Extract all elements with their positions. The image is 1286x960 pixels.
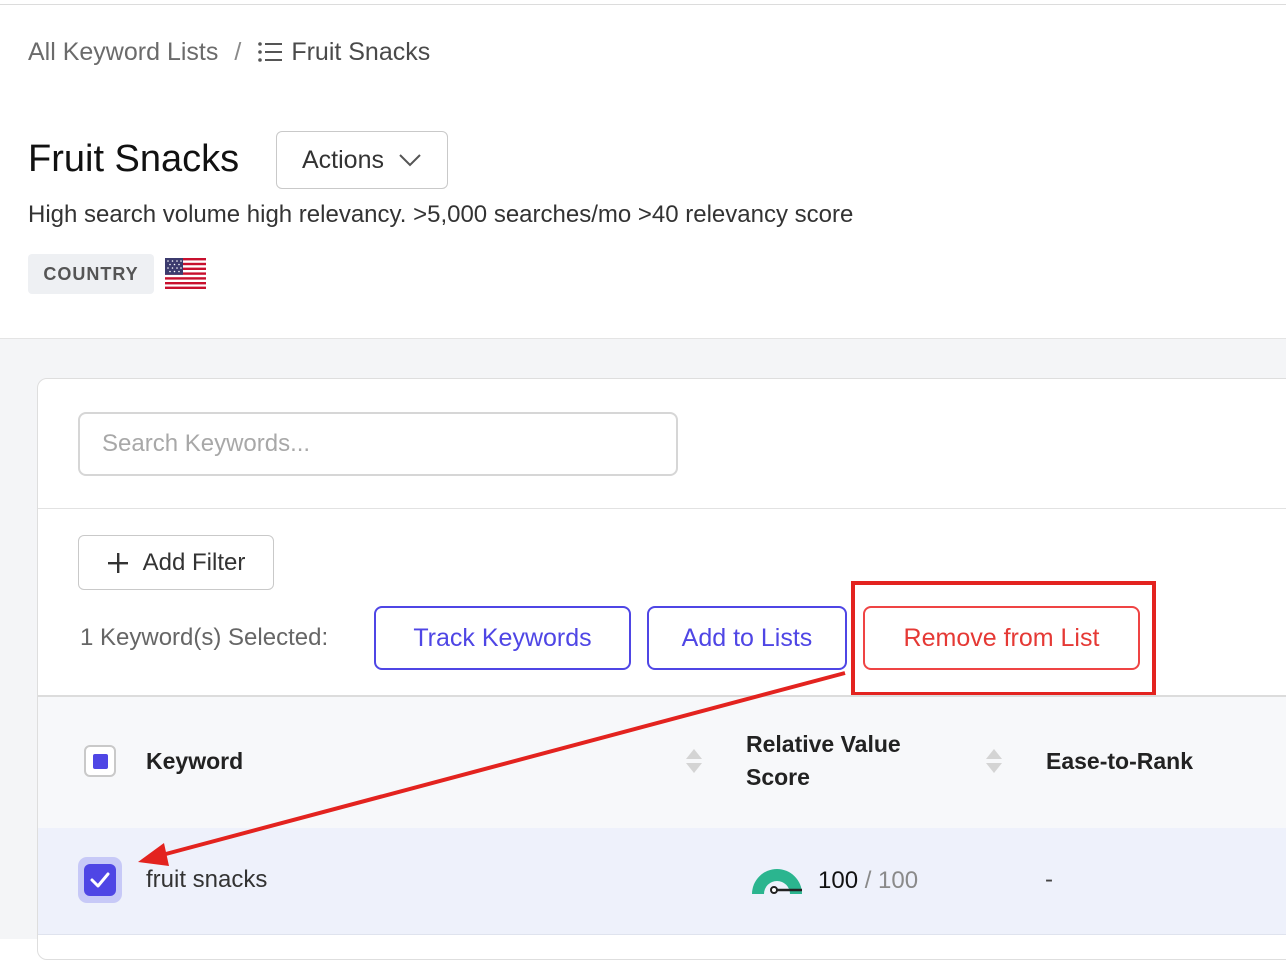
- score-gauge-icon: [752, 869, 802, 894]
- score-value: 100: [818, 867, 859, 894]
- indeterminate-mark: [92, 753, 108, 769]
- card-divider: [38, 508, 1286, 509]
- country-badge: COUNTRY: [28, 254, 154, 294]
- selection-count: 1 Keyword(s) Selected:: [80, 624, 329, 651]
- sort-icon[interactable]: [984, 745, 1004, 777]
- list-description: High search volume high relevancy. >5,00…: [28, 201, 854, 228]
- column-header-ease-to-rank[interactable]: Ease-to-Rank: [1046, 745, 1193, 778]
- list-icon: [258, 42, 283, 62]
- relative-value-score: 100 / 100: [818, 867, 918, 895]
- breadcrumb-separator: /: [234, 37, 242, 66]
- row-checkbox[interactable]: [78, 857, 122, 903]
- ease-to-rank-cell: -: [1045, 866, 1053, 893]
- track-keywords-button[interactable]: Track Keywords: [374, 606, 631, 670]
- plus-icon: [107, 552, 128, 573]
- column-header-keyword[interactable]: Keyword: [146, 745, 243, 778]
- keyword-cell: fruit snacks: [146, 866, 268, 893]
- breadcrumb-current-label: Fruit Snacks: [291, 37, 431, 66]
- sort-icon[interactable]: [684, 745, 704, 777]
- actions-label: Actions: [302, 145, 384, 174]
- add-to-lists-button[interactable]: Add to Lists: [647, 606, 847, 670]
- page-title: Fruit Snacks: [28, 138, 240, 180]
- add-filter-button[interactable]: Add Filter: [78, 535, 274, 590]
- select-all-checkbox[interactable]: [84, 745, 116, 777]
- add-filter-label: Add Filter: [142, 548, 246, 576]
- checkmark-icon: [84, 864, 116, 896]
- breadcrumb: All Keyword Lists / Fruit Snacks: [28, 37, 430, 67]
- breadcrumb-root-link[interactable]: All Keyword Lists: [28, 38, 218, 67]
- score-max: / 100: [864, 867, 919, 894]
- column-header-relative-value-score[interactable]: Relative Value Score: [746, 728, 946, 794]
- chevron-down-icon: [399, 154, 421, 167]
- us-flag-icon: [165, 258, 206, 289]
- annotation-highlight-box: [851, 581, 1156, 696]
- top-divider: [0, 4, 1286, 5]
- search-keywords-input[interactable]: [78, 412, 678, 476]
- actions-dropdown-button[interactable]: Actions: [276, 131, 448, 189]
- breadcrumb-current: Fruit Snacks: [257, 38, 430, 67]
